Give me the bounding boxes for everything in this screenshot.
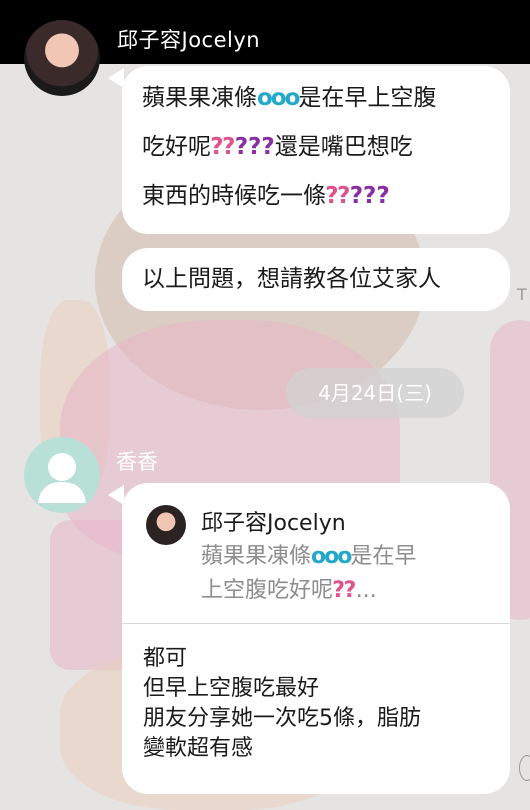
- quoted-text: 上空腹吃好呢: [201, 578, 334, 603]
- message-line: 吃好呢⁇???還是嘴巴想吃: [142, 123, 510, 172]
- message-text: 蘋果果凍條: [142, 85, 257, 111]
- edge-mark: T: [517, 285, 527, 304]
- reply-line: 但早上空腹吃最好: [143, 676, 320, 701]
- message-line: 以上問題，想請教各位艾家人: [142, 255, 510, 304]
- friend-avatar[interactable]: [24, 437, 100, 513]
- sender-name: 邱子容Jocelyn: [117, 28, 261, 52]
- emoji-glyph: ⁇: [326, 183, 350, 209]
- friend-name: 香香: [116, 450, 158, 474]
- quote-divider: [122, 623, 510, 624]
- emoji-glyph: ???: [234, 134, 275, 160]
- message-text: 還是嘴巴想吃: [274, 134, 413, 160]
- quoted-text: 是在早: [350, 544, 417, 569]
- default-avatar-icon: [38, 453, 86, 503]
- date-divider: 4月24日(三): [286, 368, 464, 418]
- message-bubble[interactable]: 蘋果果凍條ooo是在早上空腹 吃好呢⁇???還是嘴巴想吃 東西的時候吃一條⁇???: [122, 66, 510, 234]
- message-text: 東西的時候吃一條: [142, 183, 326, 209]
- message-line: 東西的時候吃一條⁇???: [142, 172, 510, 221]
- bubble-tail: [108, 485, 124, 505]
- emoji-glyph: ooo: [257, 85, 300, 111]
- emoji-glyph: ???: [349, 183, 390, 209]
- reply-line: 變軟超有感: [143, 736, 254, 761]
- quoted-sender-avatar: [146, 505, 186, 545]
- emoji-glyph: ⁇: [333, 578, 356, 603]
- message-text: 以上問題，想請教各位艾家人: [142, 266, 441, 292]
- message-bubble[interactable]: 以上問題，想請教各位艾家人: [122, 248, 510, 311]
- reply-text: 都可 但早上空腹吃最好 朋友分享她一次吃5條，脂肪 變軟超有感: [143, 644, 421, 764]
- sender-avatar[interactable]: [24, 20, 100, 96]
- quoted-text: ...: [355, 578, 377, 603]
- message-text: 是在早上空腹: [298, 85, 437, 111]
- reply-line: 都可: [143, 646, 188, 671]
- message-text: 吃好呢: [142, 134, 211, 160]
- edge-button[interactable]: [519, 755, 530, 781]
- emoji-glyph: ooo: [311, 544, 352, 569]
- reply-line: 朋友分享她一次吃5條，脂肪: [143, 706, 421, 731]
- emoji-glyph: ⁇: [211, 134, 235, 160]
- quoted-message-preview[interactable]: 蘋果果凍條ooo是在早 上空腹吃好呢⁇...: [201, 540, 416, 608]
- quoted-sender-name: 邱子容Jocelyn: [201, 511, 346, 536]
- quoted-text: 蘋果果凍條: [201, 544, 312, 569]
- message-line: 蘋果果凍條ooo是在早上空腹: [142, 74, 510, 123]
- bubble-tail: [108, 68, 124, 88]
